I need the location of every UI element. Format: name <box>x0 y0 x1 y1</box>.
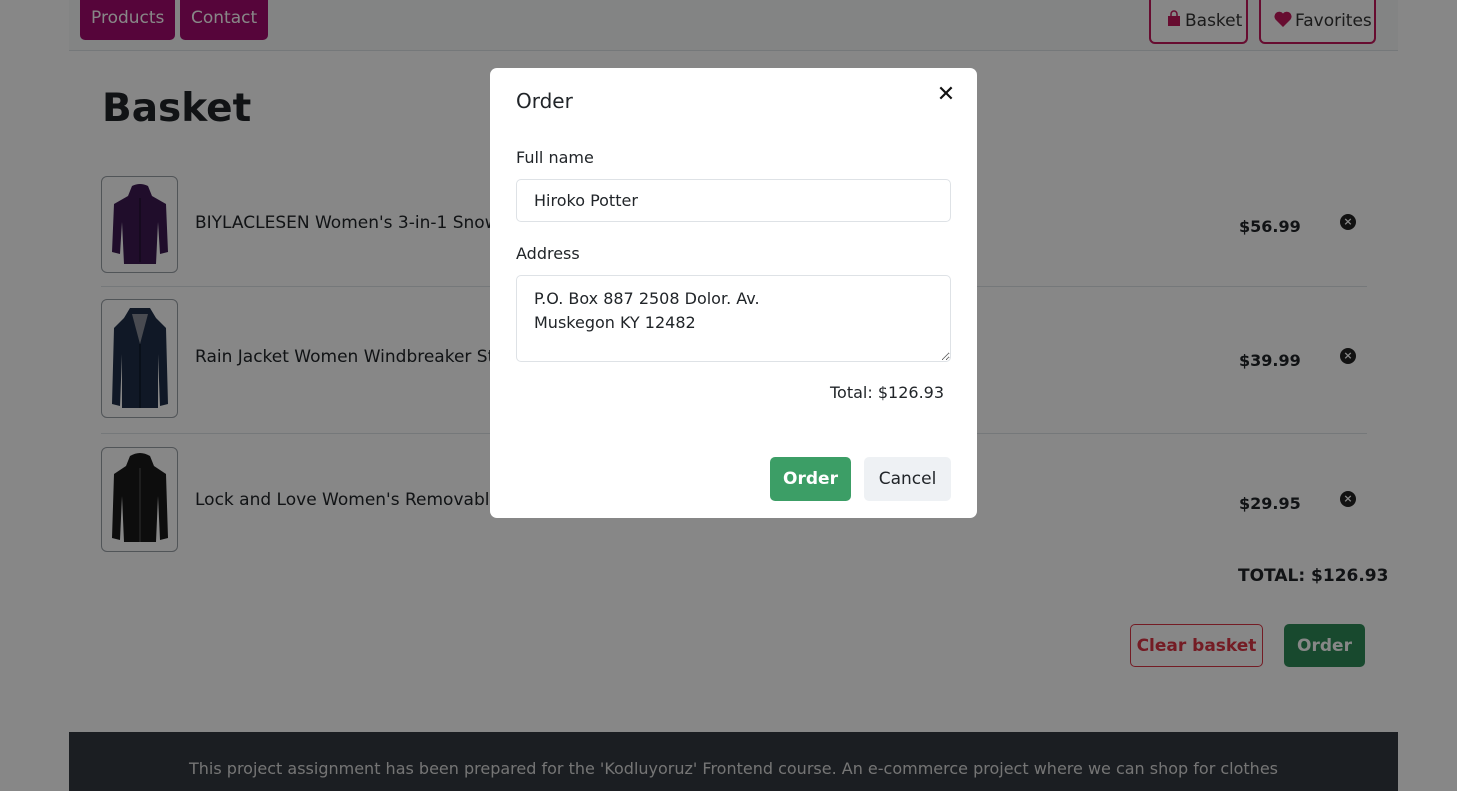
full-name-input[interactable] <box>516 179 951 222</box>
modal-total: Total: $126.93 <box>830 383 945 402</box>
full-name-label: Full name <box>516 148 594 167</box>
modal-cancel-button[interactable]: Cancel <box>864 457 951 501</box>
address-textarea[interactable]: P.O. Box 887 2508 Dolor. Av. Muskegon KY… <box>516 275 951 362</box>
close-icon[interactable]: ✕ <box>935 84 957 106</box>
modal-order-button[interactable]: Order <box>770 457 851 501</box>
modal-title: Order <box>516 89 573 113</box>
order-modal: Order ✕ Full name Address P.O. Box 887 2… <box>490 68 977 518</box>
address-label: Address <box>516 244 580 263</box>
